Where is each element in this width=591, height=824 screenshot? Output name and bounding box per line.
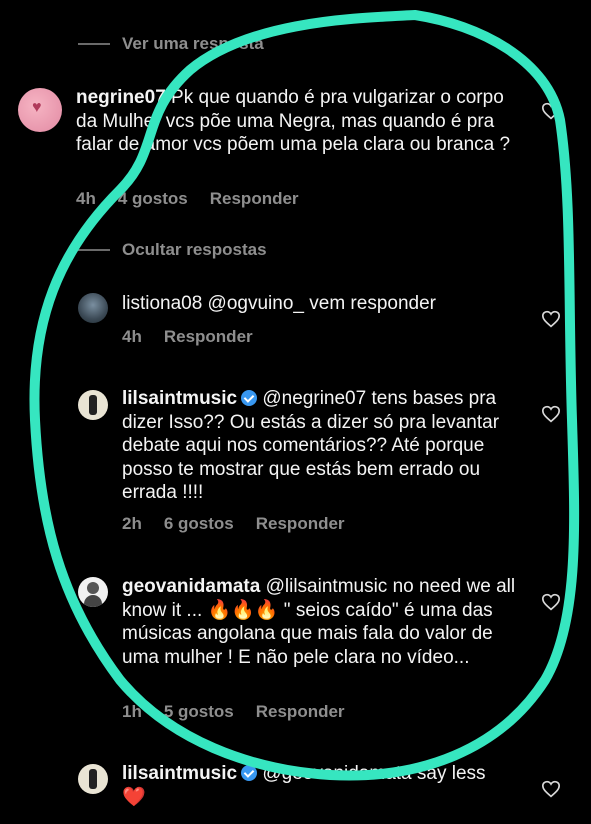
fire-emoji: 🔥🔥🔥 xyxy=(207,599,279,621)
reply-text: @ogvuino_ vem responder xyxy=(202,293,436,314)
like-heart-icon[interactable] xyxy=(541,310,561,328)
reply-button[interactable]: Responder xyxy=(210,189,299,209)
reply-time: 2h xyxy=(122,514,142,533)
verified-badge-icon xyxy=(241,390,258,406)
like-heart-icon[interactable] xyxy=(541,405,561,423)
comment-body: negrine07 Pk que quando é pra vulgarizar… xyxy=(76,86,516,157)
avatar[interactable]: ♥ xyxy=(18,88,62,132)
reply-username[interactable]: lilsaintmusic xyxy=(122,763,237,784)
heart-icon: ♥ xyxy=(32,99,42,116)
avatar[interactable] xyxy=(78,293,108,323)
like-count[interactable]: 4 gostos xyxy=(118,189,188,209)
divider-line xyxy=(78,249,110,251)
red-heart-emoji: ❤️ xyxy=(122,786,146,808)
reply-body: lilsaintmusic @negrine07 tens bases pra … xyxy=(122,387,527,505)
comment-meta: 4h 4 gostos Responder xyxy=(76,189,321,209)
like-count[interactable]: 6 gostos xyxy=(164,514,234,534)
reply-username[interactable]: geovanidamata xyxy=(122,576,260,597)
reply-time: 1h xyxy=(122,702,142,721)
reply-meta: 2h 6 gostos Responder xyxy=(122,514,367,534)
reply-meta: 1h 5 gostos Responder xyxy=(122,702,367,722)
like-count[interactable]: 5 gostos xyxy=(164,702,234,722)
reply-button[interactable]: Responder xyxy=(256,702,345,722)
reply-body: geovanidamata @lilsaintmusic no need we … xyxy=(122,575,522,669)
view-reply-link[interactable]: Ver uma resposta xyxy=(122,34,264,54)
reply-time: 4h xyxy=(122,327,142,346)
reply-body: listiona08 @ogvuino_ vem responder xyxy=(122,292,522,316)
reply-username[interactable]: listiona08 xyxy=(122,293,202,314)
comment-time: 4h xyxy=(76,189,96,208)
reply-meta: 4h Responder xyxy=(122,327,275,347)
avatar[interactable] xyxy=(78,764,108,794)
comment-username[interactable]: negrine07 xyxy=(76,87,166,108)
hide-replies-link[interactable]: Ocultar respostas xyxy=(122,240,267,260)
like-heart-icon[interactable] xyxy=(541,593,561,611)
reply-body: lilsaintmusic @geovanidamata say less ❤️ xyxy=(122,762,522,809)
like-heart-icon[interactable] xyxy=(541,780,561,798)
reply-text: @geovanidamata say less xyxy=(257,763,486,784)
verified-badge-icon xyxy=(241,765,258,781)
reply-button[interactable]: Responder xyxy=(256,514,345,534)
divider-line xyxy=(78,43,110,45)
reply-username[interactable]: lilsaintmusic xyxy=(122,388,237,409)
avatar[interactable] xyxy=(78,390,108,420)
like-heart-icon[interactable] xyxy=(541,102,561,120)
avatar[interactable] xyxy=(78,577,108,607)
reply-button[interactable]: Responder xyxy=(164,327,253,347)
